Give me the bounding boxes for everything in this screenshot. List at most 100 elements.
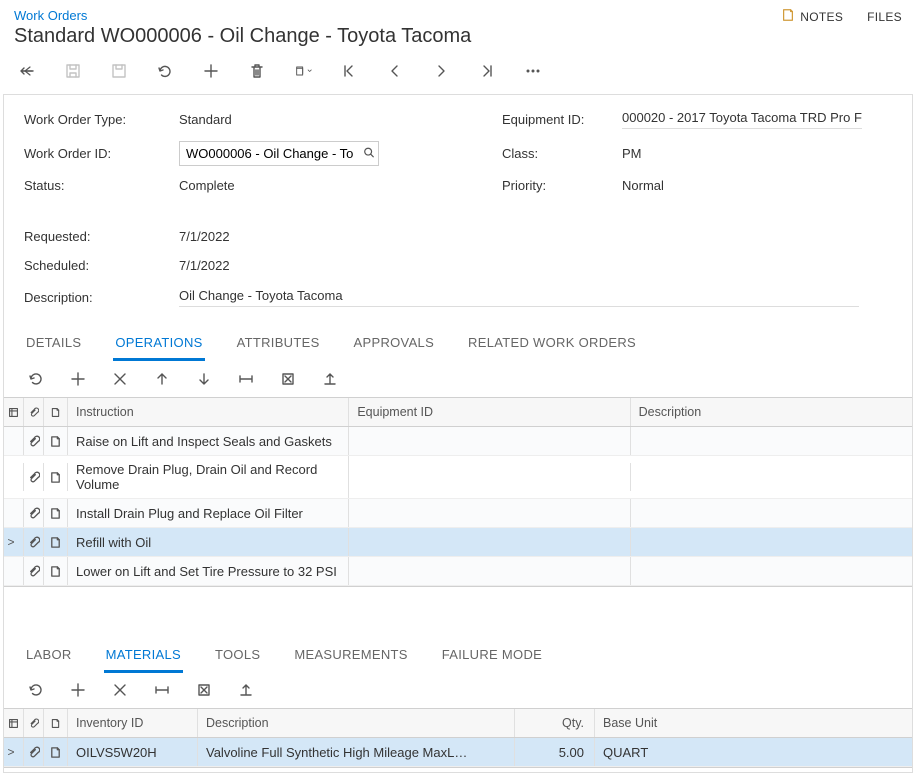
tab-materials[interactable]: MATERIALS [104,639,183,673]
ops-delete-button[interactable] [112,371,128,387]
files-label: FILES [867,10,902,24]
row-chevron[interactable]: > [4,528,24,556]
wo-id-input[interactable] [179,141,379,166]
breadcrumb[interactable]: Work Orders [14,8,471,23]
add-button[interactable] [202,62,220,80]
col-instruction-header[interactable]: Instruction [68,398,349,426]
tab-details[interactable]: DETAILS [24,327,83,360]
cell-baseunit[interactable]: QUART [595,738,912,766]
ops-refresh-button[interactable] [28,371,44,387]
ops-add-button[interactable] [70,371,86,387]
clip-icon[interactable] [24,499,44,527]
prev-record-button[interactable] [386,62,404,80]
ops-row[interactable]: Install Drain Plug and Replace Oil Filte… [4,499,912,528]
row-chevron[interactable] [4,557,24,585]
tab-related[interactable]: RELATED WORK ORDERS [466,327,638,360]
cell-inventory[interactable]: OILVS5W20H [68,738,198,766]
mat-fit-button[interactable] [154,682,170,698]
ops-upload-button[interactable] [322,371,338,387]
last-record-button[interactable] [478,62,496,80]
row-chevron[interactable] [4,427,24,455]
cell-description[interactable] [631,427,912,455]
main-subtabs: DETAILS OPERATIONS ATTRIBUTES APPROVALS … [4,327,912,361]
cell-equipment[interactable] [349,557,630,585]
cell-description[interactable] [631,557,912,585]
cell-instruction[interactable]: Install Drain Plug and Replace Oil Filte… [68,499,349,527]
cell-qty[interactable]: 5.00 [515,738,595,766]
tab-tools[interactable]: TOOLS [213,639,262,672]
ops-export-button[interactable] [280,371,296,387]
doc-icon[interactable] [44,463,68,491]
mat-add-button[interactable] [70,682,86,698]
cell-description[interactable] [631,499,912,527]
wo-type-value: Standard [179,112,399,127]
doc-icon[interactable] [44,427,68,455]
ops-move-down-button[interactable] [196,371,212,387]
equipment-id-label: Equipment ID: [502,112,622,127]
ops-fit-button[interactable] [238,371,254,387]
doc-icon[interactable] [44,528,68,556]
tab-labor[interactable]: LABOR [24,639,74,672]
row-chevron[interactable] [4,499,24,527]
page-title: Standard WO000006 - Oil Change - Toyota … [14,25,471,48]
tab-approvals[interactable]: APPROVALS [352,327,437,360]
clip-icon[interactable] [24,528,44,556]
doc-icon[interactable] [44,499,68,527]
description-value[interactable]: Oil Change - Toyota Tacoma [179,287,859,307]
wo-type-label: Work Order Type: [24,112,179,127]
row-chevron[interactable]: > [4,738,24,766]
mat-delete-button[interactable] [112,682,128,698]
tab-attributes[interactable]: ATTRIBUTES [235,327,322,360]
cell-instruction[interactable]: Remove Drain Plug, Drain Oil and Record … [68,456,349,498]
mat-row[interactable]: > OILVS5W20HValvoline Full Synthetic High… [4,738,912,767]
mat-refresh-button[interactable] [28,682,44,698]
cell-equipment[interactable] [349,528,630,556]
clip-icon[interactable] [24,463,44,491]
ops-row[interactable]: Raise on Lift and Inspect Seals and Gask… [4,427,912,456]
col-equipment-header[interactable]: Equipment ID [349,398,630,426]
mat-col-qty-header[interactable]: Qty. [515,709,595,737]
doc-icon[interactable] [44,738,68,766]
row-chevron[interactable] [4,463,24,491]
cell-matdesc[interactable]: Valvoline Full Synthetic High Mileage Ma… [198,738,515,766]
cell-instruction[interactable]: Raise on Lift and Inspect Seals and Gask… [68,427,349,455]
first-record-button[interactable] [340,62,358,80]
doc-icon[interactable] [44,557,68,585]
cell-description[interactable] [631,528,912,556]
mat-export-button[interactable] [196,682,212,698]
clip-icon[interactable] [24,557,44,585]
next-record-button[interactable] [432,62,450,80]
clip-icon[interactable] [24,738,44,766]
mat-col-baseunit-header[interactable]: Base Unit [595,709,912,737]
delete-button[interactable] [248,62,266,80]
ops-move-up-button[interactable] [154,371,170,387]
tab-failure-mode[interactable]: FAILURE MODE [440,639,544,672]
back-button[interactable] [18,62,36,80]
col-description-header[interactable]: Description [631,398,912,426]
notes-button[interactable]: NOTES [781,8,843,25]
mat-col-inventory-header[interactable]: Inventory ID [68,709,198,737]
tab-operations[interactable]: OPERATIONS [113,327,204,361]
col-settings-icon[interactable] [4,398,24,426]
ops-row[interactable]: Lower on Lift and Set Tire Pressure to 3… [4,557,912,586]
equipment-id-value[interactable]: 000020 - 2017 Toyota Tacoma TRD Pro F [622,109,862,129]
mat-col-settings-icon[interactable] [4,709,24,737]
cell-equipment[interactable] [349,463,630,491]
col-doc-header [44,398,68,426]
mat-upload-button[interactable] [238,682,254,698]
files-button[interactable]: FILES [867,10,902,24]
clip-icon[interactable] [24,427,44,455]
mat-col-description-header[interactable]: Description [198,709,515,737]
ops-row[interactable]: Remove Drain Plug, Drain Oil and Record … [4,456,912,499]
copy-button[interactable] [294,62,312,80]
cell-instruction[interactable]: Refill with Oil [68,528,349,556]
tab-measurements[interactable]: MEASUREMENTS [292,639,409,672]
cell-description[interactable] [631,463,912,491]
cell-equipment[interactable] [349,499,630,527]
more-button[interactable] [524,62,542,80]
cell-equipment[interactable] [349,427,630,455]
lookup-icon[interactable] [363,146,375,161]
cell-instruction[interactable]: Lower on Lift and Set Tire Pressure to 3… [68,557,349,585]
ops-row[interactable]: > Refill with Oil [4,528,912,557]
undo-button[interactable] [156,62,174,80]
